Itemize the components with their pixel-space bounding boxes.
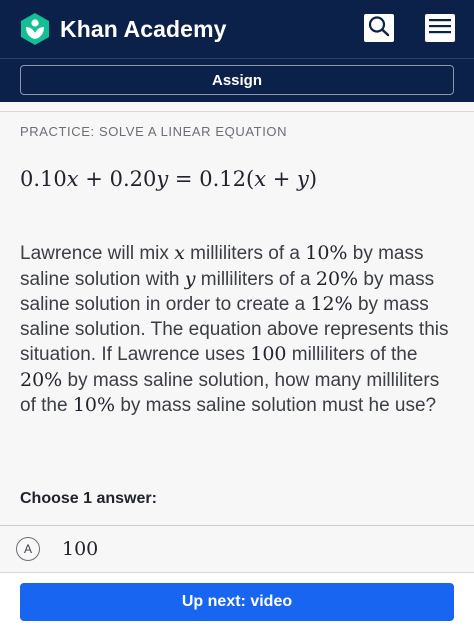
problem-math: 10% xyxy=(72,394,116,416)
equation-term: 0.10 xyxy=(20,167,67,191)
equation-paren: ) xyxy=(308,167,318,191)
up-next-video-button[interactable]: Up next: video xyxy=(20,583,454,621)
equation-term: 0.20 xyxy=(109,167,157,191)
brand-name: Khan Academy xyxy=(60,15,227,42)
hamburger-menu-icon xyxy=(428,16,452,41)
choice-letter-badge: A xyxy=(16,537,40,561)
equation-operator: + xyxy=(272,167,291,191)
equation-operator: + xyxy=(85,167,103,191)
footer-bar: Up next: video xyxy=(0,572,474,632)
problem-text-segment: by mass saline solution must he use? xyxy=(115,395,437,416)
choose-answer-label: Choose 1 answer: xyxy=(20,490,157,507)
search-button[interactable] xyxy=(364,14,394,42)
assign-button[interactable]: Assign xyxy=(20,65,454,95)
problem-text-segment: milliliters of a xyxy=(184,243,306,264)
equation-variable: y xyxy=(297,167,309,191)
equation-operator: = xyxy=(174,167,193,191)
problem-variable: y xyxy=(184,267,196,290)
khan-academy-leaf-icon xyxy=(18,12,52,46)
content-divider xyxy=(0,111,474,112)
problem-math: x xyxy=(174,242,185,264)
problem-text-segment: Lawrence will mix xyxy=(20,243,175,264)
problem-math: 12% xyxy=(310,293,353,315)
problem-math: 10% xyxy=(305,242,348,264)
problem-math: 100 xyxy=(250,343,287,365)
top-nav-bar: Khan Academy xyxy=(0,0,474,58)
equation: 0.10x + 0.20y = 0.12(x + y) xyxy=(20,167,317,191)
problem-variable: x xyxy=(174,242,185,264)
equation-term: 0.12 xyxy=(199,167,246,191)
assign-bar: Assign xyxy=(0,58,474,103)
choice-value: 100 xyxy=(62,538,99,560)
problem-math: 20% xyxy=(315,267,359,290)
problem-text: Lawrence will mix x milliliters of a 10%… xyxy=(20,241,450,419)
problem-text-segment: milliliters of a xyxy=(195,268,316,290)
equation-variable: x xyxy=(254,167,267,191)
problem-math: y xyxy=(185,268,196,290)
menu-button[interactable] xyxy=(425,14,455,42)
problem-math: 20% xyxy=(20,368,63,391)
equation-variable: y xyxy=(156,167,169,191)
problem-text-segment: milliliters of the xyxy=(286,344,418,365)
equation-variable: x xyxy=(66,167,79,191)
khan-academy-logo[interactable]: Khan Academy xyxy=(18,12,227,46)
search-icon xyxy=(367,15,391,42)
equation-paren: ( xyxy=(245,167,255,191)
practice-label: PRACTICE: SOLVE A LINEAR EQUATION xyxy=(20,124,288,139)
answer-choice-a[interactable]: A 100 xyxy=(0,526,474,570)
